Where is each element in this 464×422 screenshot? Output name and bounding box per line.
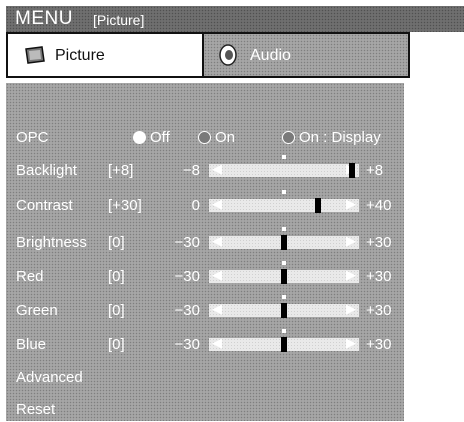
left-arrow-icon: ◀	[212, 335, 222, 350]
slider-knob[interactable]	[281, 235, 287, 250]
tab-audio[interactable]: Audio	[204, 32, 410, 78]
green-row[interactable]: Green [0] −30 ◀ ▶ +30	[6, 295, 404, 323]
right-arrow-icon: ▶	[346, 301, 356, 316]
blue-current-value: [0]	[108, 336, 125, 353]
green-max-label: +30	[366, 302, 392, 319]
center-marker	[282, 295, 286, 299]
red-current-value: [0]	[108, 268, 125, 285]
green-current-value: [0]	[108, 302, 125, 319]
red-min-label: −30	[174, 268, 200, 285]
blue-row[interactable]: Blue [0] −30 ◀ ▶ +30	[6, 329, 404, 357]
green-min-label: −30	[174, 302, 200, 319]
settings-panel: OPC Off On On : Display Backlight [+8] −…	[6, 83, 404, 421]
right-arrow-icon: ▶	[346, 335, 356, 350]
green-slider[interactable]: ◀ ▶	[209, 295, 359, 318]
contrast-label: Contrast	[16, 197, 73, 214]
tab-audio-label: Audio	[250, 47, 291, 64]
center-marker	[282, 227, 286, 231]
picture-icon	[24, 46, 46, 69]
center-marker	[282, 155, 286, 159]
contrast-min-label: 0	[191, 197, 200, 214]
tab-empty-area	[410, 32, 464, 78]
left-arrow-icon: ◀	[212, 267, 222, 282]
brightness-max-label: +30	[366, 234, 392, 251]
contrast-current-value: [+30]	[108, 197, 142, 214]
slider-knob[interactable]	[315, 198, 321, 213]
contrast-slider[interactable]: ◀ ▶	[209, 190, 359, 213]
left-arrow-icon: ◀	[212, 196, 222, 211]
slider-knob[interactable]	[281, 337, 287, 352]
red-max-label: +30	[366, 268, 392, 285]
speaker-icon	[218, 44, 238, 71]
left-arrow-icon: ◀	[212, 161, 222, 176]
opc-option-on-display-label: On : Display	[299, 129, 381, 146]
right-arrow-icon: ▶	[346, 196, 356, 211]
opc-label: OPC	[16, 129, 49, 146]
radio-unselected-icon	[282, 131, 295, 144]
backlight-max-label: +8	[366, 162, 384, 179]
right-arrow-icon: ▶	[346, 233, 356, 248]
slider-knob[interactable]	[281, 303, 287, 318]
blue-slider[interactable]: ◀ ▶	[209, 329, 359, 352]
menu-title: MENU	[15, 8, 73, 29]
center-marker	[282, 261, 286, 265]
backlight-row[interactable]: Backlight [+8] −8 ◀ ▶ +8	[6, 155, 404, 183]
slider-knob[interactable]	[349, 163, 355, 178]
brightness-label: Brightness	[16, 234, 87, 251]
red-label: Red	[16, 268, 44, 285]
backlight-min-label: −8	[182, 162, 200, 179]
contrast-max-label: +40	[366, 197, 392, 214]
right-arrow-icon: ▶	[346, 267, 356, 282]
title-bar: MENU [Picture]	[6, 6, 464, 32]
blue-min-label: −30	[174, 336, 200, 353]
left-arrow-icon: ◀	[212, 301, 222, 316]
backlight-current-value: [+8]	[108, 162, 134, 179]
tab-picture[interactable]: Picture	[6, 32, 204, 78]
menu-item-advanced[interactable]: Advanced	[6, 366, 404, 390]
center-marker	[282, 329, 286, 333]
red-row[interactable]: Red [0] −30 ◀ ▶ +30	[6, 261, 404, 289]
tab-bar: Picture Audio	[6, 32, 464, 78]
blue-label: Blue	[16, 336, 47, 353]
advanced-label: Advanced	[16, 369, 83, 386]
menu-section: [Picture]	[93, 12, 145, 28]
brightness-min-label: −30	[174, 234, 200, 251]
center-marker	[282, 190, 286, 194]
contrast-row[interactable]: Contrast [+30] 0 ◀ ▶ +40	[6, 190, 404, 218]
opc-option-off-label: Off	[150, 129, 170, 146]
backlight-label: Backlight	[16, 162, 77, 179]
brightness-slider[interactable]: ◀ ▶	[209, 227, 359, 250]
menu-item-reset[interactable]: Reset	[6, 398, 404, 422]
radio-selected-icon	[133, 131, 146, 144]
backlight-slider[interactable]: ◀ ▶	[209, 155, 359, 178]
tab-picture-label: Picture	[55, 47, 105, 64]
reset-label: Reset	[16, 401, 56, 418]
opc-row: OPC Off On On : Display	[6, 126, 404, 150]
green-label: Green	[16, 302, 58, 319]
slider-knob[interactable]	[281, 269, 287, 284]
opc-option-on-label: On	[215, 129, 236, 146]
left-arrow-icon: ◀	[212, 233, 222, 248]
red-slider[interactable]: ◀ ▶	[209, 261, 359, 284]
brightness-current-value: [0]	[108, 234, 125, 251]
blue-max-label: +30	[366, 336, 392, 353]
brightness-row[interactable]: Brightness [0] −30 ◀ ▶ +30	[6, 227, 404, 255]
radio-unselected-icon	[198, 131, 211, 144]
